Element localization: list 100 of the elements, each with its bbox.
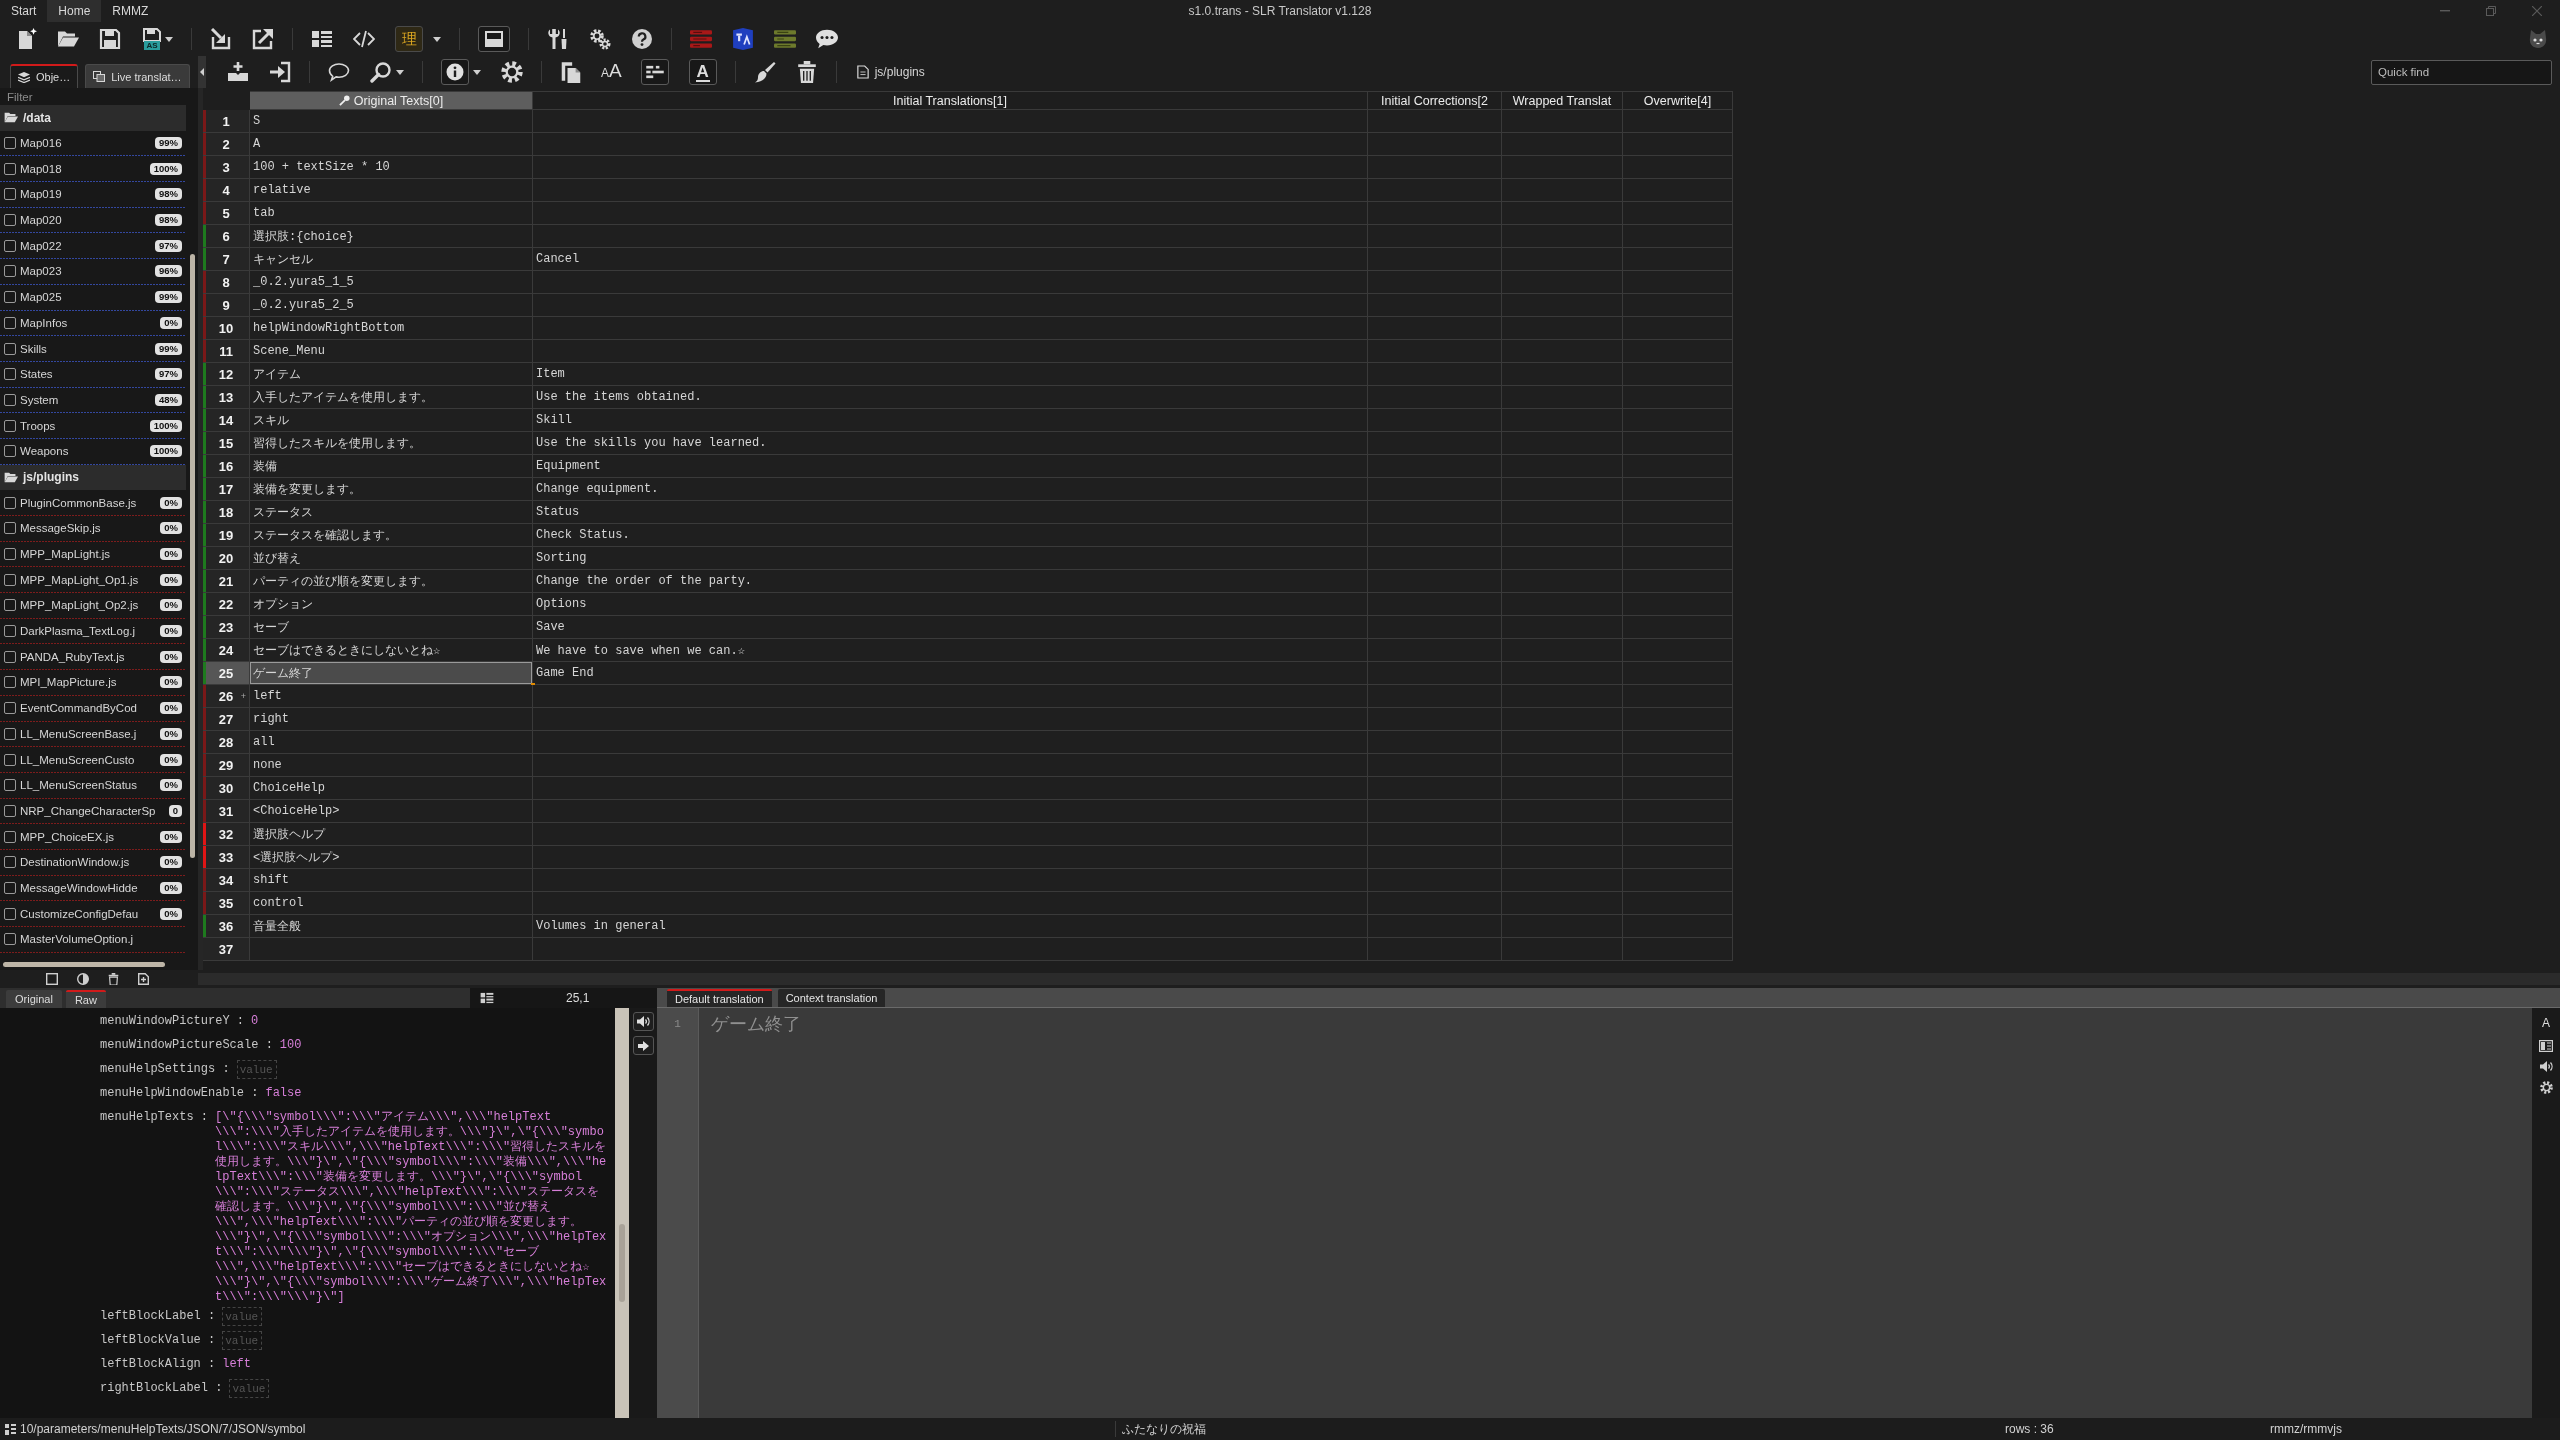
- add-row-icon[interactable]: [227, 61, 249, 83]
- speaker-button[interactable]: [632, 1012, 654, 1031]
- list-icon[interactable]: [311, 28, 333, 50]
- caret-icon[interactable]: [473, 69, 481, 75]
- row-header[interactable]: 28: [203, 731, 250, 754]
- list-icon[interactable]: [480, 992, 494, 1004]
- checkbox[interactable]: [4, 239, 16, 252]
- file-name[interactable]: Map020: [20, 214, 62, 227]
- checkbox[interactable]: [4, 291, 16, 304]
- align-button[interactable]: [640, 59, 669, 85]
- column-header[interactable]: Original Texts[0]: [250, 91, 533, 110]
- restore-icon[interactable]: [2486, 6, 2496, 16]
- translation-editor[interactable]: ゲーム終了: [699, 1008, 2532, 1418]
- row-header[interactable]: 12: [203, 363, 250, 386]
- file-name[interactable]: PANDA_RubyText.js: [20, 650, 125, 663]
- checkbox[interactable]: [4, 727, 16, 740]
- file-name[interactable]: LL_MenuScreenBase.j: [20, 727, 137, 740]
- checkbox[interactable]: [4, 650, 16, 663]
- row-header[interactable]: 24: [203, 639, 250, 662]
- brush-icon[interactable]: [753, 61, 776, 83]
- folder-header[interactable]: js/plugins: [0, 464, 186, 491]
- row-header[interactable]: 11: [203, 340, 250, 363]
- row-header[interactable]: 5: [203, 202, 250, 225]
- row-header[interactable]: 16: [203, 455, 250, 478]
- row-header[interactable]: 17: [203, 478, 250, 501]
- value-field[interactable]: value: [222, 1307, 263, 1326]
- trash-icon[interactable]: [795, 61, 818, 83]
- sidebar-tab[interactable]: Live translat…: [85, 64, 190, 88]
- checkbox[interactable]: [4, 933, 16, 946]
- file-name[interactable]: MPI_MapPicture.js: [20, 676, 117, 689]
- row-header[interactable]: 37: [203, 938, 250, 961]
- file-name[interactable]: MPP_MapLight.js: [20, 548, 111, 561]
- script-button[interactable]: 理: [395, 26, 423, 52]
- row-header[interactable]: 7: [203, 248, 250, 271]
- file-name[interactable]: Skills: [20, 342, 47, 355]
- help-icon[interactable]: [631, 28, 653, 50]
- value-field[interactable]: value: [222, 1331, 263, 1350]
- column-header[interactable]: Initial Translations[1]: [533, 91, 1368, 110]
- file-name[interactable]: PluginCommonBase.js: [20, 496, 137, 509]
- checkbox[interactable]: [4, 522, 16, 535]
- checkbox[interactable]: [4, 856, 16, 869]
- row-header[interactable]: 29: [203, 754, 250, 777]
- file-name[interactable]: MessageSkip.js: [20, 522, 101, 535]
- file-name[interactable]: MapInfos: [20, 316, 68, 329]
- menu-tab[interactable]: Home: [47, 0, 102, 22]
- arrow-button[interactable]: [632, 1036, 654, 1055]
- row-header[interactable]: 35: [203, 892, 250, 915]
- file-name[interactable]: Map018: [20, 162, 62, 175]
- gear-icon[interactable]: [501, 61, 523, 83]
- cat-face-icon[interactable]: [2528, 29, 2548, 49]
- row-header[interactable]: 18: [203, 501, 250, 524]
- save-icon[interactable]: [99, 28, 121, 50]
- value-field[interactable]: value: [236, 1060, 277, 1079]
- file-name[interactable]: MPP_MapLight_Op2.js: [20, 599, 139, 612]
- layout-icon[interactable]: [2539, 1040, 2553, 1052]
- file-name[interactable]: MPP_ChoiceEX.js: [20, 830, 114, 843]
- translate-icon[interactable]: [732, 28, 754, 50]
- value-field[interactable]: value: [229, 1379, 270, 1398]
- font-size-button[interactable]: AA: [601, 60, 622, 84]
- checkbox[interactable]: [4, 316, 16, 329]
- scrollbar-thumb[interactable]: [189, 254, 195, 858]
- save-as-button[interactable]: AS: [141, 28, 163, 50]
- menu-tab[interactable]: Start: [0, 0, 48, 22]
- gears-icon[interactable]: [589, 28, 611, 50]
- file-name[interactable]: Map022: [20, 239, 62, 252]
- row-header[interactable]: 4: [203, 179, 250, 202]
- checkbox[interactable]: [4, 830, 16, 843]
- add-file-icon[interactable]: [138, 973, 149, 985]
- editor-tab[interactable]: Default translation: [667, 989, 772, 1007]
- checkbox[interactable]: [4, 162, 16, 175]
- file-name[interactable]: LL_MenuScreenStatus: [20, 779, 137, 792]
- file-name[interactable]: Map023: [20, 265, 62, 278]
- row-header[interactable]: 8: [203, 271, 250, 294]
- checkbox[interactable]: [4, 342, 16, 355]
- panel-toggle-button[interactable]: [478, 26, 510, 52]
- checkbox[interactable]: [4, 804, 16, 817]
- checkbox[interactable]: [4, 702, 16, 715]
- checkbox[interactable]: [4, 137, 16, 150]
- sign-in-icon[interactable]: [269, 61, 291, 83]
- file-name[interactable]: MessageWindowHidde: [20, 881, 138, 894]
- speaker-icon[interactable]: [2539, 1061, 2553, 1072]
- row-header[interactable]: 19: [203, 524, 250, 547]
- row-header[interactable]: 36: [203, 915, 250, 938]
- export-icon[interactable]: [252, 28, 274, 50]
- row-header[interactable]: 30: [203, 777, 250, 800]
- square-icon[interactable]: [46, 973, 58, 985]
- file-name[interactable]: Map019: [20, 188, 62, 201]
- menu-tab[interactable]: RMMZ: [101, 0, 160, 22]
- row-header[interactable]: 27: [203, 708, 250, 731]
- checkbox[interactable]: [4, 907, 16, 920]
- panel-tab[interactable]: Raw: [65, 990, 106, 1008]
- folder-header[interactable]: /data: [0, 105, 186, 131]
- trash-icon[interactable]: [108, 973, 119, 985]
- file-name[interactable]: NRP_ChangeCharacterSp: [20, 804, 156, 817]
- checkbox[interactable]: [4, 496, 16, 509]
- checkbox[interactable]: [4, 625, 16, 638]
- scrollbar-track[interactable]: [615, 1008, 629, 1418]
- caret-icon[interactable]: [396, 69, 404, 75]
- editor-tab[interactable]: Context translation: [777, 989, 886, 1007]
- file-name[interactable]: MasterVolumeOption.j: [20, 933, 134, 946]
